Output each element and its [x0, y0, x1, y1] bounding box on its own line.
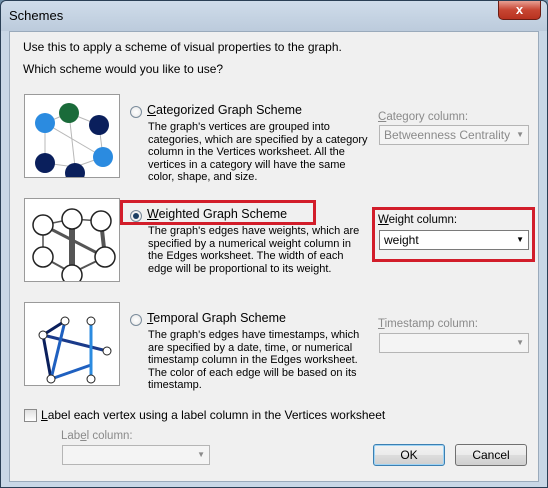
- label-column-label: Label column:: [61, 430, 133, 442]
- timestamp-column-label: Timestamp column:: [378, 318, 478, 330]
- weighted-scheme-description: The graph's edges have weights, which ar…: [148, 225, 360, 275]
- label-vertex-checkbox-label[interactable]: Label each vertex using a label column i…: [41, 408, 385, 422]
- title-bar[interactable]: Schemes x: [1, 1, 547, 31]
- label-vertex-checkbox[interactable]: [24, 409, 37, 422]
- weighted-scheme-highlight: [120, 200, 316, 225]
- categorized-scheme-label[interactable]: Categorized Graph Scheme: [147, 103, 302, 117]
- label-column-dropdown[interactable]: ▼: [62, 445, 210, 465]
- chevron-down-icon: ▼: [197, 450, 205, 459]
- categorized-graph-icon: [35, 103, 113, 183]
- category-column-label: Category column:: [378, 111, 469, 123]
- question-text: Which scheme would you like to use?: [23, 62, 224, 76]
- schemes-dialog: Schemes x Use this to apply a scheme of …: [0, 0, 548, 488]
- categorized-scheme-thumbnail: [24, 94, 120, 183]
- timestamp-column-dropdown[interactable]: ▼: [379, 333, 529, 353]
- temporal-scheme-label[interactable]: Temporal Graph Scheme: [147, 311, 286, 325]
- weighted-graph-icon: [32, 208, 116, 286]
- intro-text: Use this to apply a scheme of visual pro…: [23, 40, 342, 54]
- close-button[interactable]: x: [498, 1, 541, 20]
- categorized-scheme-radio[interactable]: [130, 106, 142, 118]
- dialog-title: Schemes: [9, 8, 64, 23]
- temporal-scheme-thumbnail: [24, 302, 120, 386]
- chevron-down-icon: ▼: [516, 338, 524, 347]
- temporal-scheme-radio[interactable]: [130, 314, 142, 326]
- temporal-scheme-description: The graph's edges have timestamps, which…: [148, 329, 360, 391]
- temporal-graph-icon: [38, 316, 112, 384]
- category-column-value: Betweenness Centrality: [384, 128, 511, 142]
- categorized-scheme-description: The graph's vertices are grouped into ca…: [148, 121, 368, 183]
- weighted-scheme-thumbnail: [24, 198, 120, 286]
- chevron-down-icon: ▼: [516, 130, 524, 139]
- dialog-client-area: Use this to apply a scheme of visual pro…: [9, 31, 539, 482]
- weight-column-highlight: [372, 207, 535, 262]
- category-column-dropdown[interactable]: Betweenness Centrality ▼: [379, 125, 529, 145]
